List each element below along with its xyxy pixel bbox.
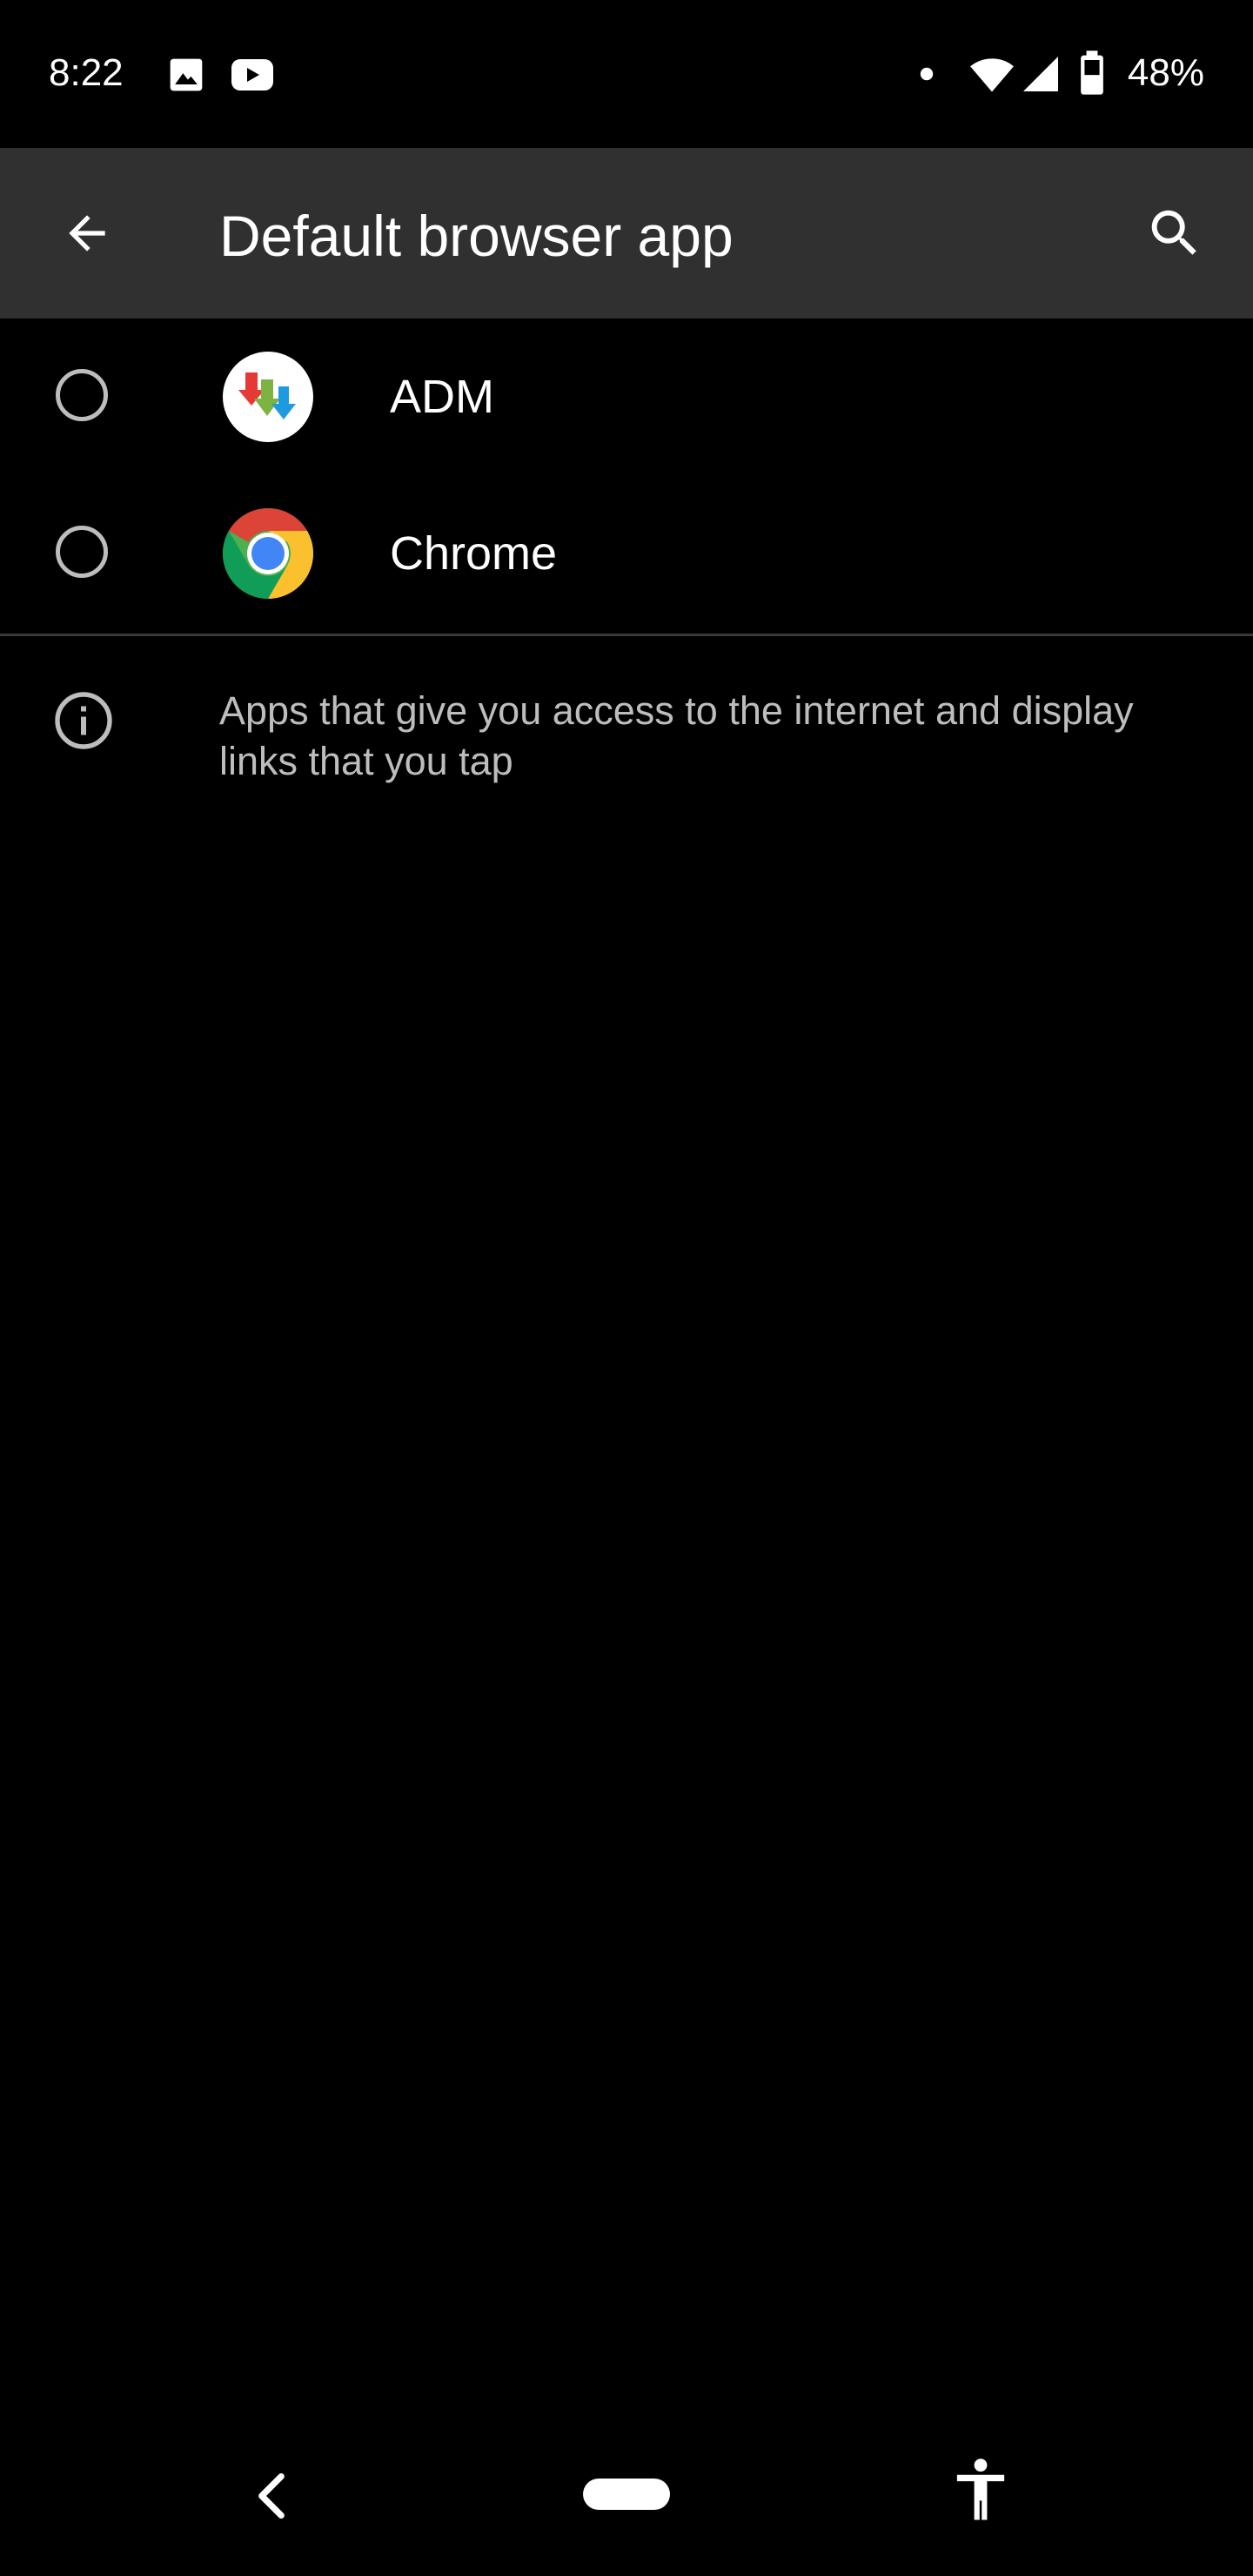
status-time: 8:22 — [49, 51, 124, 94]
list-item-chrome[interactable]: Chrome — [0, 475, 1253, 632]
nav-back-icon — [258, 2472, 285, 2519]
info-icon — [55, 692, 112, 749]
app-bar: Default browser app — [0, 148, 1253, 319]
app-label-chrome: Chrome — [390, 527, 558, 580]
cell-signal-icon — [1023, 57, 1058, 91]
wifi-icon — [970, 58, 1014, 92]
back-arrow-icon — [69, 215, 105, 252]
list-item-adm[interactable]: ADM — [0, 319, 1253, 475]
info-text: Apps that give you access to the interne… — [219, 688, 1134, 783]
navigation-bar — [0, 2419, 1253, 2576]
battery-percent: 48% — [1127, 51, 1204, 94]
chrome-app-icon — [223, 508, 313, 599]
browser-app-list: ADM Chrome — [0, 319, 1253, 632]
app-label-adm: ADM — [390, 371, 494, 423]
youtube-icon — [231, 59, 273, 91]
search-icon — [1151, 210, 1196, 255]
status-bar: 8:22 48% — [0, 0, 1253, 148]
search-button[interactable] — [1135, 193, 1215, 273]
radio-button-chrome[interactable] — [56, 526, 108, 578]
divider — [0, 634, 1253, 636]
back-button[interactable] — [47, 193, 127, 273]
image-icon — [170, 58, 203, 91]
page-title: Default browser app — [219, 204, 734, 268]
battery-icon — [1081, 50, 1103, 95]
home-pill[interactable] — [583, 2479, 670, 2510]
adm-app-icon — [223, 352, 313, 442]
radio-button-adm[interactable] — [56, 369, 108, 421]
notification-dot-icon — [920, 67, 934, 81]
nav-back-button[interactable] — [247, 2459, 296, 2532]
accessibility-icon — [956, 2459, 1005, 2520]
accessibility-button[interactable] — [948, 2451, 1013, 2529]
